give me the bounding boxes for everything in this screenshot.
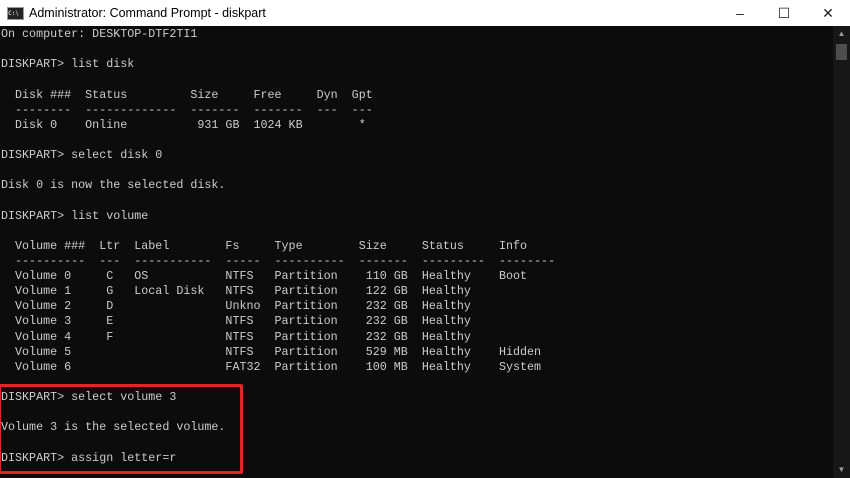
close-button[interactable]: ✕ xyxy=(805,0,850,26)
console-line: Volume 3 E NTFS Partition 232 GB Healthy xyxy=(1,314,471,329)
console-line: Volume 4 F NTFS Partition 232 GB Healthy xyxy=(1,329,471,344)
console-line: Volume 6 FAT32 Partition 100 MB Healthy … xyxy=(1,359,542,374)
console-line: Volume 0 C OS NTFS Partition 110 GB Heal… xyxy=(1,269,528,283)
minimize-button[interactable]: – xyxy=(717,0,763,26)
scroll-thumb[interactable] xyxy=(836,44,847,60)
window-title: Administrator: Command Prompt - diskpart xyxy=(29,6,266,20)
console-line: DISKPART> list disk xyxy=(1,57,135,72)
console-output[interactable]: On computer: DESKTOP-DTF2TI1 DISKPART> li… xyxy=(0,26,833,478)
console-line: Disk ### Status Size Free Dyn Gpt xyxy=(1,87,373,102)
console-line: On computer: DESKTOP-DTF2TI1 xyxy=(1,27,198,41)
console-line: Disk 0 Online 931 GB 1024 KB * xyxy=(1,117,366,132)
scroll-down-icon[interactable]: ▼ xyxy=(833,462,850,478)
console-line: Volume 5 NTFS Partition 529 MB Healthy H… xyxy=(1,344,542,359)
console-lines: On computer: DESKTOP-DTF2TI1 DISKPART> li… xyxy=(1,27,555,466)
title-bar: C:\ Administrator: Command Prompt - disk… xyxy=(0,0,850,26)
console-line: Volume 2 D Unkno Partition 232 GB Health… xyxy=(1,299,471,314)
scroll-up-icon[interactable]: ▲ xyxy=(833,26,850,42)
vertical-scrollbar[interactable]: ▲ ▼ xyxy=(833,26,850,478)
cmd-icon: C:\ xyxy=(7,6,24,20)
console-line: DISKPART> assign letter=r xyxy=(1,450,177,465)
console-line: DISKPART> list volume xyxy=(1,208,149,223)
console-line: ---------- --- ----------- ----- -------… xyxy=(1,253,556,268)
console-line: Volume 3 is the selected volume. xyxy=(1,420,226,435)
console-line: DISKPART> select volume 3 xyxy=(1,390,177,404)
console-line: -------- ------------- ------- ------- -… xyxy=(1,102,373,117)
console-line: Disk 0 is now the selected disk. xyxy=(1,178,226,193)
maximize-button[interactable]: ☐ xyxy=(761,0,807,26)
console-line: Volume 1 G Local Disk NTFS Partition 122… xyxy=(1,284,471,299)
console-line: Volume ### Ltr Label Fs Type Size Status… xyxy=(1,238,528,253)
console-line: DISKPART> select disk 0 xyxy=(1,148,163,162)
